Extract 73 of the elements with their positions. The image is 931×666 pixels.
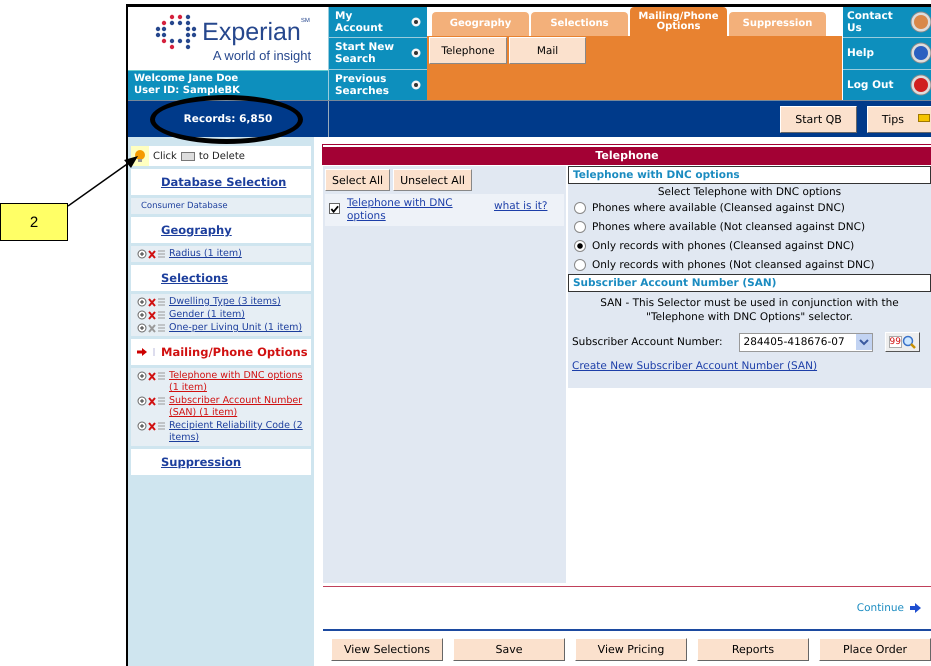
nav-bullet-icon	[411, 80, 421, 90]
expand-icon[interactable]	[137, 396, 147, 406]
dropdown-icon	[856, 334, 872, 350]
expand-icon[interactable]	[137, 310, 147, 320]
toolbar-button[interactable]: Start QB	[780, 106, 857, 132]
utility-button[interactable]: Contact Us	[843, 7, 931, 38]
section-link[interactable]: Selections	[161, 271, 228, 285]
nav-bullet-icon	[411, 17, 421, 28]
callout-label: 2	[0, 203, 68, 241]
continue-link[interactable]: Continue	[856, 602, 921, 614]
panel-title: Telephone	[323, 145, 931, 164]
nav-bullet-icon	[411, 48, 421, 58]
group-title: Subscriber Account Number (SAN)	[568, 274, 931, 292]
utility-button[interactable]: Help	[843, 38, 931, 69]
radio-label: Phones where available (Not cleansed against DNC)	[592, 220, 866, 232]
option-link[interactable]: Telephone with DNC options	[347, 197, 477, 223]
footer-button[interactable]: Place Order	[819, 638, 931, 661]
nav-button[interactable]: Previous Searches	[329, 70, 427, 100]
selection-link[interactable]: Recipient Reliability Code (2 items)	[169, 420, 311, 444]
expand-icon[interactable]	[137, 371, 147, 381]
nav-button[interactable]: Start New Search	[329, 38, 427, 69]
section-link[interactable]: Suppression	[161, 455, 242, 469]
selection-link[interactable]: Subscriber Account Number (SAN) (1 item)	[169, 395, 311, 419]
radio-label: Only records with phones (Not cleansed against DNC)	[592, 258, 874, 270]
nav-button[interactable]: My Account	[329, 7, 427, 38]
radio-label: Only records with phones (Cleansed against DNC)	[592, 240, 854, 252]
bulb-icon	[131, 146, 149, 166]
toolbar-button[interactable]: Tips	[866, 106, 931, 132]
radio-button[interactable]	[574, 220, 586, 232]
selection-link[interactable]: Gender (1 item)	[169, 309, 245, 321]
expand-icon[interactable]	[137, 421, 147, 431]
checkbox[interactable]	[329, 203, 340, 214]
subtab-button[interactable]: Telephone	[429, 37, 507, 64]
section-link[interactable]: Database Selection	[161, 175, 286, 189]
help-link[interactable]: what is it?	[494, 200, 548, 212]
note-text: SAN - This Selector must be used in conjunction with the "Telephone with DNC Options" selector.	[600, 297, 899, 323]
radio-button[interactable]	[574, 240, 586, 252]
radio-button[interactable]	[574, 258, 586, 270]
radio-button[interactable]	[574, 202, 586, 214]
logo-wordmark: Experian$^{SM}$	[202, 18, 310, 46]
expand-icon[interactable]	[137, 249, 147, 259]
footer-button[interactable]: View Pricing	[575, 638, 687, 661]
magnifier-icon	[902, 335, 916, 349]
radio-label: Phones where available (Cleansed against DNC)	[592, 202, 845, 214]
subtab-button[interactable]: Mail	[509, 37, 586, 64]
selection-link[interactable]: Dwelling Type (3 items)	[169, 296, 281, 308]
utility-button[interactable]: Log Out	[843, 70, 931, 100]
prompt-text: Select Telephone with DNC options	[658, 186, 842, 198]
hint-text: to Delete	[198, 150, 245, 162]
footer-button[interactable]: Save	[453, 638, 565, 661]
selection-link[interactable]: Telephone with DNC options (1 item)	[169, 370, 311, 394]
select-button[interactable]: Select All	[325, 169, 390, 191]
select-button[interactable]: Unselect All	[393, 169, 472, 191]
create-san-link[interactable]: Create New Subscriber Account Number (SAN)	[568, 354, 931, 378]
note-icon	[918, 114, 930, 124]
expand-icon[interactable]	[137, 323, 147, 333]
section-link[interactable]: Geography	[161, 223, 232, 237]
group-title: Telephone with DNC options	[568, 166, 931, 184]
welcome-text: Welcome Jane Doe	[134, 73, 240, 85]
footer-button[interactable]: Reports	[697, 638, 809, 661]
account-select[interactable]: 284405-418676-07	[738, 332, 873, 352]
footer-button[interactable]: View Selections	[331, 638, 443, 661]
records-count: Records: 6,850	[184, 113, 272, 125]
logo-tagline: A world of insight	[212, 48, 312, 63]
arrow-icon	[910, 603, 921, 613]
lookup-button[interactable]: 99	[884, 332, 920, 352]
section-link[interactable]: Mailing/Phone Options	[161, 345, 308, 359]
expand-icon[interactable]	[137, 297, 147, 307]
hint-text: Click	[153, 150, 177, 162]
field-label: Subscriber Account Number:	[572, 336, 723, 348]
selection-link[interactable]: One-per Living Unit (1 item)	[169, 322, 302, 334]
section-subtitle: Consumer Database	[141, 201, 228, 211]
welcome-text: User ID: SampleBK	[134, 85, 241, 97]
